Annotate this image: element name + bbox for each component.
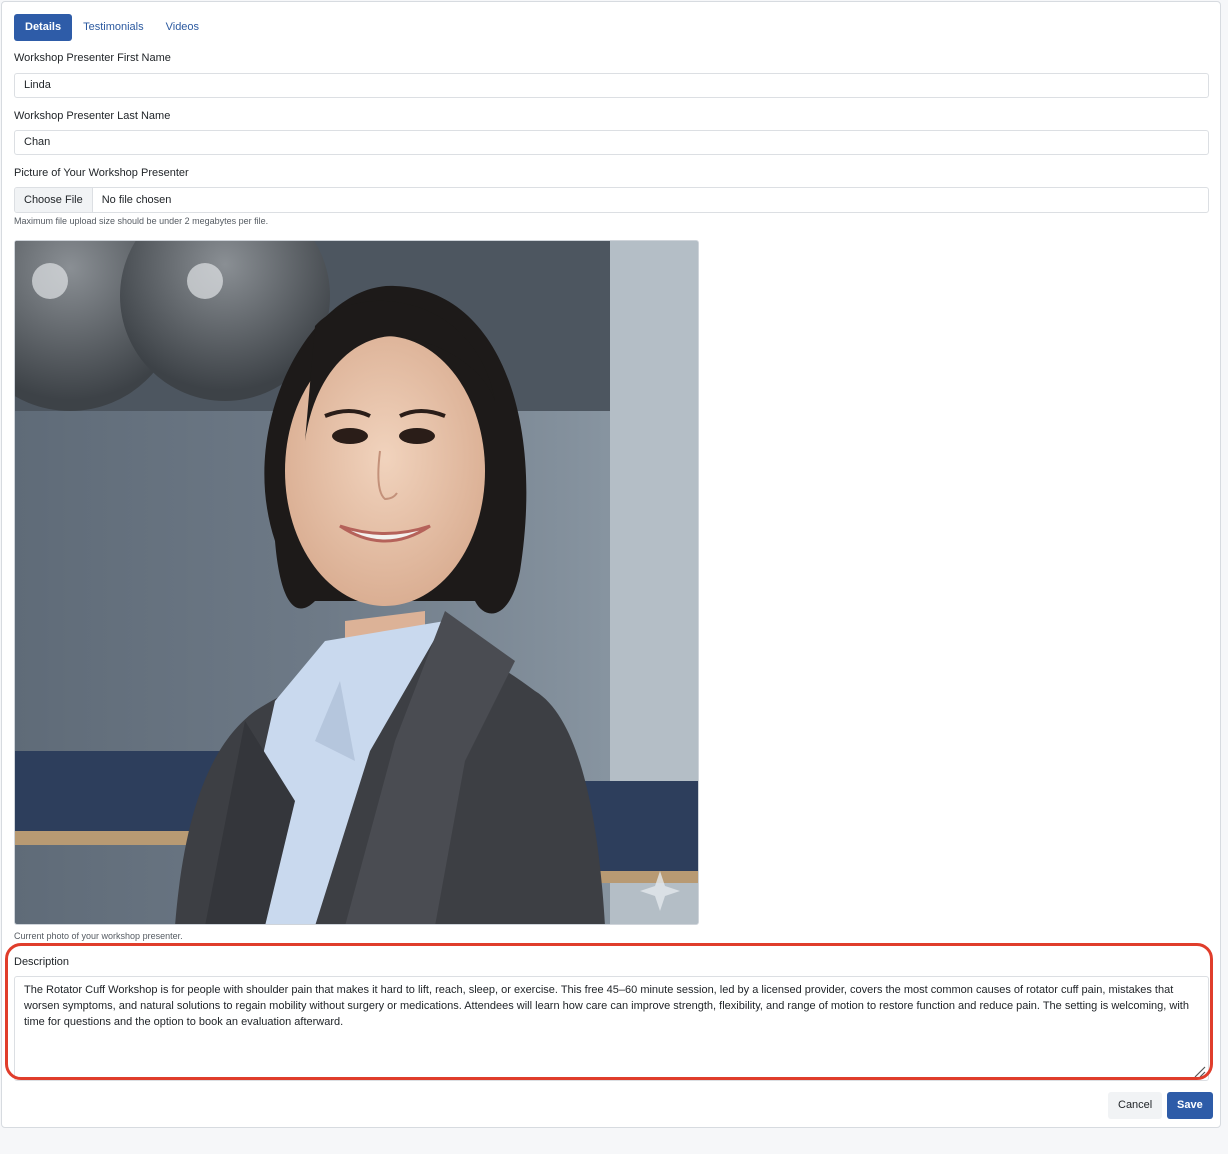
- last-name-label: Workshop Presenter Last Name: [14, 110, 171, 122]
- cancel-button[interactable]: Cancel: [1108, 1092, 1163, 1119]
- last-name-input[interactable]: Chan: [14, 130, 1209, 155]
- description-label: Description: [14, 956, 70, 968]
- presenter-photo: [14, 240, 699, 925]
- picture-file-input[interactable]: Choose File No file chosen: [14, 187, 1209, 213]
- description-textarea[interactable]: The Rotator Cuff Workshop is for people …: [14, 976, 1209, 1081]
- choose-file-button[interactable]: Choose File: [15, 188, 93, 212]
- tab-details[interactable]: Details: [14, 14, 73, 41]
- presenter-form-card: Details Testimonials Videos Workshop Pre…: [1, 1, 1221, 1128]
- save-button[interactable]: Save: [1167, 1092, 1213, 1119]
- tab-testimonials[interactable]: Testimonials: [72, 14, 155, 41]
- tab-bar: Details Testimonials Videos: [14, 14, 210, 41]
- picture-label: Picture of Your Workshop Presenter: [14, 167, 189, 179]
- presenter-photo-image: [15, 241, 698, 924]
- description-text: The Rotator Cuff Workshop is for people …: [24, 984, 1189, 1028]
- resize-handle-icon[interactable]: [1192, 1064, 1206, 1078]
- file-status: No file chosen: [101, 194, 172, 206]
- first-name-label: Workshop Presenter First Name: [14, 52, 171, 64]
- tab-videos[interactable]: Videos: [155, 14, 210, 41]
- first-name-input[interactable]: Linda: [14, 73, 1209, 98]
- photo-caption: Current photo of your workshop presenter…: [14, 931, 183, 941]
- upload-size-hint: Maximum file upload size should be under…: [14, 216, 269, 226]
